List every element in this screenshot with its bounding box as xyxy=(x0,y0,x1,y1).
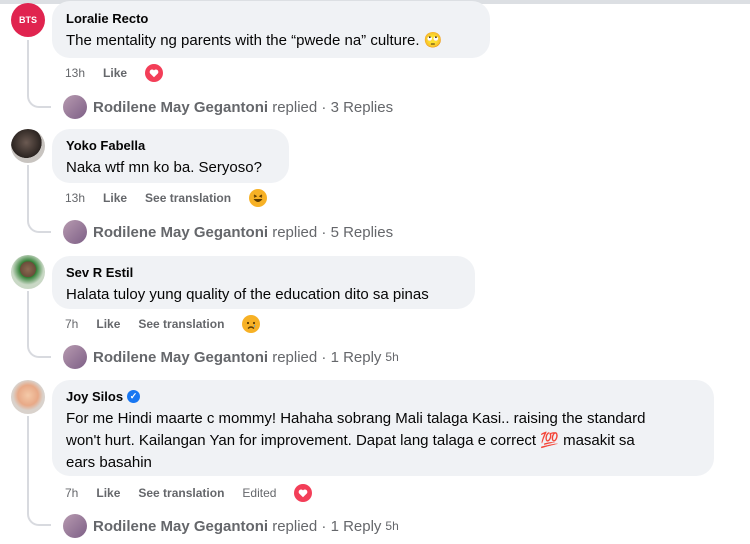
avatar[interactable]: BTS xyxy=(11,3,45,37)
thread-line xyxy=(27,165,29,215)
comment-time[interactable]: 13h xyxy=(65,66,85,80)
avatar-label: BTS xyxy=(19,15,37,25)
like-button[interactable]: Like xyxy=(96,317,120,331)
comment-author[interactable]: Loralie Recto xyxy=(66,10,476,27)
replier-name: Rodilene May Gegantoni xyxy=(93,98,269,116)
verified-badge-icon: ✓ xyxy=(127,390,141,403)
like-button[interactable]: Like xyxy=(103,191,127,205)
comment-text: Naka wtf mn ko ba. Seryoso? xyxy=(66,159,262,176)
sad-icon[interactable] xyxy=(242,315,261,333)
comment-bubble: Loralie Recto The mentality ng parents w… xyxy=(52,1,490,58)
reply-count: replied · 5 Replies xyxy=(272,223,394,241)
comment-2: Yoko Fabella Naka wtf mn ko ba. Seryoso?… xyxy=(0,125,750,255)
view-replies-link[interactable]: Rodilene May Gegantoni replied · 1 Reply… xyxy=(63,344,399,370)
laugh-icon[interactable] xyxy=(249,189,268,207)
view-replies-link[interactable]: Rodilene May Gegantoni replied · 3 Repli… xyxy=(63,94,393,120)
see-translation-link[interactable]: See translation xyxy=(145,191,231,205)
thread-connector xyxy=(27,340,51,358)
reply-time: 5h xyxy=(385,519,399,533)
edited-label: Edited xyxy=(242,486,277,500)
comment-bubble: Sev R Estil Halata tuloy yung quality of… xyxy=(52,256,475,309)
comment-bubble: Joy Silos ✓ For me Hindi maarte c mommy!… xyxy=(52,380,714,476)
comment-text-line: ears basahin xyxy=(66,454,152,471)
comment-author-row: Joy Silos ✓ xyxy=(66,388,700,405)
heart-icon[interactable] xyxy=(294,484,313,502)
view-replies-link[interactable]: Rodilene May Gegantoni replied · 5 Repli… xyxy=(63,219,393,245)
comment-time[interactable]: 7h xyxy=(65,317,78,331)
reply-count: replied · 1 Reply xyxy=(272,517,382,535)
see-translation-link[interactable]: See translation xyxy=(138,317,224,331)
reply-count: replied · 1 Reply xyxy=(272,348,382,366)
avatar[interactable] xyxy=(11,380,45,414)
like-button[interactable]: Like xyxy=(96,486,120,500)
comment-actions: 7h Like See translation Edited xyxy=(65,483,313,503)
thread-connector xyxy=(27,90,51,108)
replier-name: Rodilene May Gegantoni xyxy=(93,223,269,241)
thread-line xyxy=(27,291,29,341)
like-button[interactable]: Like xyxy=(103,66,127,80)
thread-line xyxy=(27,416,29,508)
heart-icon[interactable] xyxy=(145,64,164,82)
comment-text-line: won't hurt. Kailangan Yan for improvemen… xyxy=(66,432,635,449)
reply-time: 5h xyxy=(385,350,399,364)
comment-author[interactable]: Sev R Estil xyxy=(66,264,461,281)
replier-name: Rodilene May Gegantoni xyxy=(93,348,269,366)
comment-4: Joy Silos ✓ For me Hindi maarte c mommy!… xyxy=(0,375,750,544)
comment-actions: 7h Like See translation xyxy=(65,314,261,334)
replier-avatar xyxy=(63,220,87,244)
comment-text: For me Hindi maarte c mommy! Hahaha sobr… xyxy=(66,408,700,474)
comment-time[interactable]: 7h xyxy=(65,486,78,500)
comment-author[interactable]: Yoko Fabella xyxy=(66,137,275,154)
replier-avatar xyxy=(63,95,87,119)
avatar[interactable] xyxy=(11,255,45,289)
view-replies-link[interactable]: Rodilene May Gegantoni replied · 1 Reply… xyxy=(63,513,399,539)
see-translation-link[interactable]: See translation xyxy=(138,486,224,500)
comment-actions: 13h Like See translation xyxy=(65,188,268,208)
comment-text: The mentality ng parents with the “pwede… xyxy=(66,32,443,49)
thread-line xyxy=(27,40,29,90)
avatar[interactable] xyxy=(11,129,45,163)
thread-connector xyxy=(27,508,51,526)
replier-name: Rodilene May Gegantoni xyxy=(93,517,269,535)
comment-1: BTS Loralie Recto The mentality ng paren… xyxy=(0,0,750,130)
comment-actions: 13h Like xyxy=(65,63,164,83)
reply-count: replied · 3 Replies xyxy=(272,98,394,116)
comment-time[interactable]: 13h xyxy=(65,191,85,205)
thread-connector xyxy=(27,215,51,233)
comment-3: Sev R Estil Halata tuloy yung quality of… xyxy=(0,250,750,375)
comment-bubble: Yoko Fabella Naka wtf mn ko ba. Seryoso? xyxy=(52,129,289,183)
replier-avatar xyxy=(63,514,87,538)
comment-text-line: For me Hindi maarte c mommy! Hahaha sobr… xyxy=(66,410,646,427)
comment-author[interactable]: Joy Silos xyxy=(66,388,123,405)
comment-text: Halata tuloy yung quality of the educati… xyxy=(66,286,429,303)
replier-avatar xyxy=(63,345,87,369)
